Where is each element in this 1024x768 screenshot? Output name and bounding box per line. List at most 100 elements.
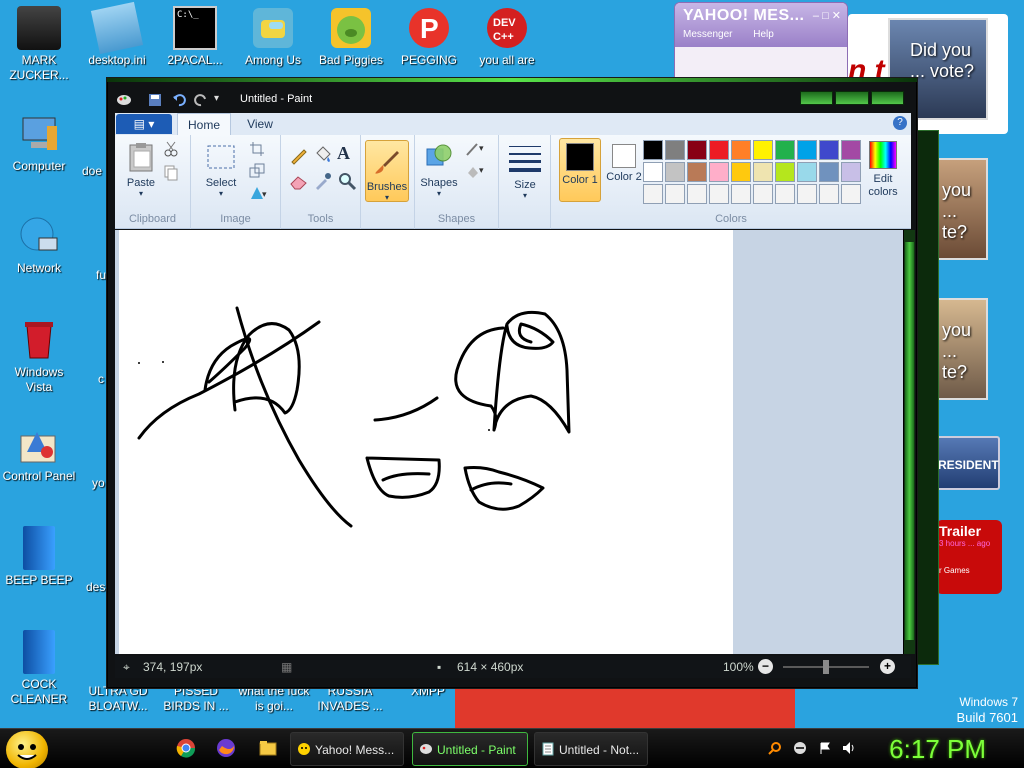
shapes-button[interactable]: Shapes ▾ [419,141,459,198]
minus-tray-icon[interactable] [793,741,807,755]
desktop-icon-mark-zucker[interactable]: MARK ZUCKER... [0,6,78,83]
palette-swatch[interactable] [753,162,773,182]
palette-swatch[interactable] [819,162,839,182]
paint-titlebar[interactable]: ▾ Untitled - Paint [108,83,918,111]
redo-icon[interactable] [194,93,208,107]
volume-icon[interactable] [842,741,856,755]
yahoo-menu-help[interactable]: Help [753,29,774,40]
minimize-button[interactable] [800,91,834,105]
taskbar-button-notepad[interactable]: Untitled - Not... [534,732,648,766]
desktop-icon-windows-vista[interactable]: Windows Vista [0,318,78,395]
palette-swatch[interactable] [643,162,663,182]
paint-menu-button[interactable]: ▤ ▾ [116,114,172,134]
ad-photo-3[interactable]: you ... te? [936,298,988,400]
palette-swatch[interactable] [665,184,685,204]
palette-swatch[interactable] [775,140,795,160]
palette-swatch[interactable] [753,184,773,204]
fill-icon[interactable]: ▾ [465,163,485,183]
eraser-icon[interactable] [289,171,309,191]
palette-swatch[interactable] [665,162,685,182]
save-icon[interactable] [148,93,162,107]
drawing-canvas[interactable] [119,230,733,654]
desktop-icon-beep-beep[interactable]: BEEP BEEP [0,526,78,588]
desktop-icon-pissed-birds[interactable]: PISSED BIRDS IN ... [156,684,236,714]
color-1-button[interactable]: Color 1 [559,138,601,202]
palette-swatch[interactable] [819,140,839,160]
desktop-icon-control-panel[interactable]: Control Panel [0,422,78,484]
fill-bucket-icon[interactable] [313,145,333,165]
desktop-icon-you-all-are[interactable]: DEV C++ you all are [468,6,546,68]
clock[interactable]: 6:17 PM [889,733,986,765]
desktop-icon-network[interactable]: Network [0,214,78,276]
firefox-icon[interactable] [216,738,236,758]
palette-swatch[interactable] [731,184,751,204]
palette-swatch[interactable] [687,162,707,182]
desktop-icon-cock-cleaner[interactable]: COCK CLEANER [0,630,78,707]
palette-swatch[interactable] [665,140,685,160]
magnifier-icon[interactable] [337,171,357,191]
palette-swatch[interactable] [731,140,751,160]
desktop-icon-desktop-ini[interactable]: desktop.ini [78,1,156,68]
palette-swatch[interactable] [841,184,861,204]
partial-icon-label-5[interactable]: des [86,580,105,594]
desktop-icon-2pacal[interactable]: C:\_ 2PACAL... [156,6,234,68]
desktop-icon-bad-piggies[interactable]: Bad Piggies [312,6,390,68]
vertical-scrollbar[interactable] [903,230,915,654]
close-button[interactable] [870,91,904,105]
crop-icon[interactable] [249,141,269,161]
taskbar-button-paint[interactable]: Untitled - Paint [412,732,528,766]
palette-swatch[interactable] [797,140,817,160]
outline-icon[interactable]: ▾ [465,141,485,161]
palette-swatch[interactable] [775,162,795,182]
palette-swatch[interactable] [753,140,773,160]
palette-swatch[interactable] [643,140,663,160]
text-tool-icon[interactable]: A [337,143,357,163]
desktop-icon-pegging[interactable]: P PEGGING [390,6,468,68]
zoom-out-button[interactable]: − [758,659,773,674]
palette-swatch[interactable] [819,184,839,204]
edit-colors-button[interactable]: Edit colors [863,141,903,199]
taskbar-button-yahoo[interactable]: Yahoo! Mess... [290,732,404,766]
scrollbar-thumb[interactable] [905,242,914,640]
ad-photo-2[interactable]: you ... te? [936,158,988,260]
desktop-icon-ultra-gd[interactable]: ULTRA GD BLOATW... [78,684,158,714]
brushes-button[interactable]: Brushes ▾ [365,140,409,202]
desktop-icon-computer[interactable]: Computer [0,112,78,174]
desktop-icon-what-the[interactable]: what the fuck is goi... [234,684,314,714]
paint-window[interactable]: ▾ Untitled - Paint ▤ ▾ Home View ? Paste… [107,78,917,688]
desktop-icon-russia[interactable]: RUSSIA INVADES ... [310,684,390,714]
color-picker-icon[interactable] [313,171,333,191]
color-2-button[interactable]: Color 2 [603,138,645,202]
palette-swatch[interactable] [643,184,663,204]
maximize-button[interactable] [835,91,869,105]
cut-icon[interactable] [163,141,183,161]
palette-swatch[interactable] [709,184,729,204]
ad-resident-badge[interactable]: RESIDENT [936,436,1000,490]
palette-swatch[interactable] [797,162,817,182]
palette-swatch[interactable] [687,140,707,160]
partial-icon-label-1[interactable]: doe [82,164,102,178]
pencil-icon[interactable] [289,145,309,165]
search-tray-icon[interactable] [768,741,782,755]
resize-icon[interactable] [249,163,269,183]
palette-swatch[interactable] [709,162,729,182]
palette-swatch[interactable] [731,162,751,182]
palette-swatch[interactable] [841,140,861,160]
partial-icon-label-2[interactable]: fu [96,268,106,282]
palette-swatch[interactable] [775,184,795,204]
zoom-slider-thumb[interactable] [823,660,829,674]
palette-swatch[interactable] [687,184,707,204]
yahoo-menu-messenger[interactable]: Messenger [683,29,732,40]
action-center-icon[interactable] [818,741,832,755]
desktop-icon-among-us[interactable]: Among Us [234,6,312,68]
yahoo-messenger-window[interactable]: YAHOO! MES... Messenger Help ‒ □ ✕ [674,2,848,78]
ad-trailer-badge[interactable]: Trailer 3 hours ... ago r Games [936,520,1002,594]
paint-app-icon[interactable] [116,93,131,107]
palette-swatch[interactable] [797,184,817,204]
tab-home[interactable]: Home [177,113,231,135]
paste-button[interactable]: Paste ▾ [123,141,159,198]
partial-icon-label-4[interactable]: yo [92,476,105,490]
select-button[interactable]: Select ▾ [199,141,243,198]
copy-icon[interactable] [163,165,183,185]
chrome-icon[interactable] [176,738,196,758]
